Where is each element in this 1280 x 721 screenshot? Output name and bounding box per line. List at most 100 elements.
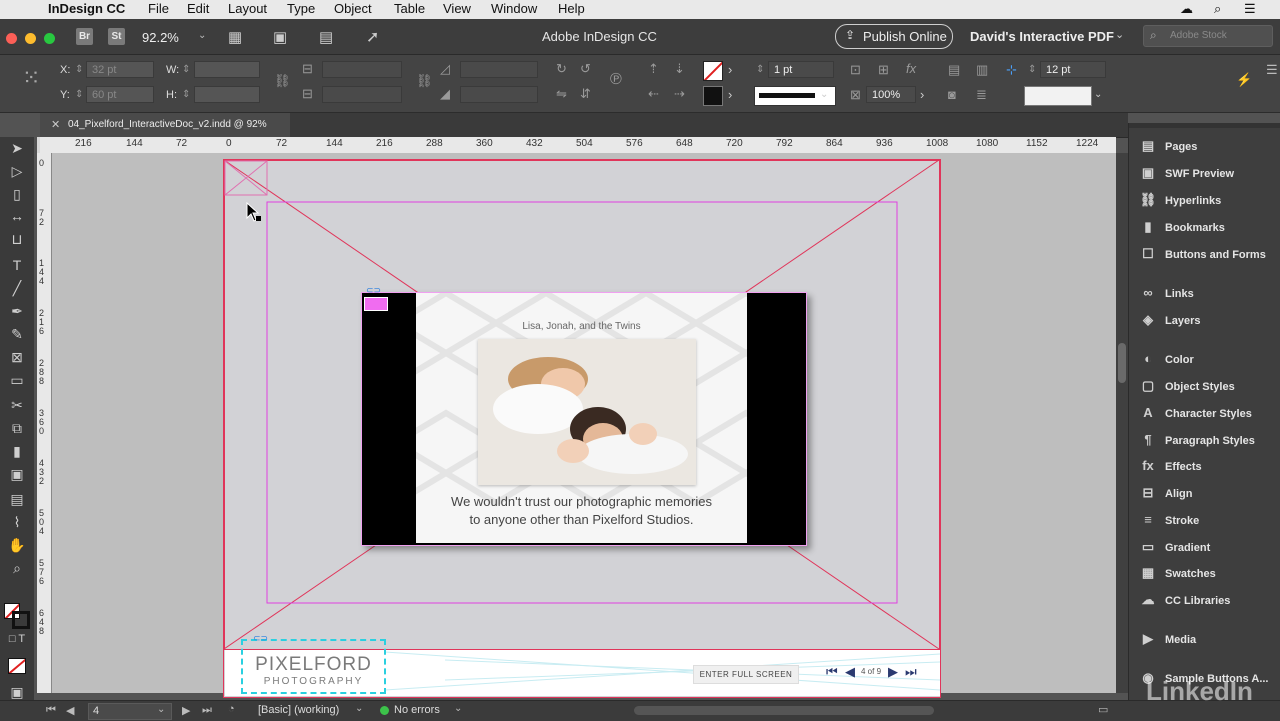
panel-paragraph-styles[interactable]: ¶ Paragraph Styles bbox=[1139, 429, 1255, 451]
workspace-switcher[interactable]: David's Interactive PDF bbox=[970, 29, 1114, 44]
gap-size-field[interactable]: 12 pt bbox=[1040, 61, 1106, 78]
publish-rocket-icon[interactable]: ➚ bbox=[366, 27, 379, 47]
panel-swf-preview[interactable]: ▣ SWF Preview bbox=[1139, 162, 1234, 184]
logo-link-badge-icon[interactable]: ⊂⊃ bbox=[253, 633, 268, 644]
pencil-tool-icon[interactable]: ✎ bbox=[7, 325, 27, 343]
type-tool-icon[interactable]: T bbox=[7, 256, 27, 274]
text-wrap-bounding-icon[interactable]: ▥ bbox=[976, 63, 988, 77]
last-page-icon[interactable]: ⏭ bbox=[202, 704, 212, 717]
previous-slide-icon[interactable]: ◀ bbox=[845, 664, 855, 680]
next-slide-icon[interactable]: ▶ bbox=[888, 664, 898, 680]
panel-swatches[interactable]: ▦ Swatches bbox=[1139, 562, 1216, 584]
apply-none-icon[interactable] bbox=[8, 658, 26, 674]
x-position-field[interactable]: 32 pt bbox=[86, 61, 154, 78]
workspace-dropdown-icon[interactable]: ⌄ bbox=[1115, 28, 1124, 41]
free-transform-tool-icon[interactable]: ⧉ bbox=[7, 419, 27, 437]
rotate-angle-icon[interactable]: ◿ bbox=[440, 62, 450, 76]
text-wrap-none-icon[interactable]: ▤ bbox=[948, 63, 960, 77]
fill-swatch-none[interactable] bbox=[703, 61, 723, 81]
zoom-level[interactable]: 92.2% bbox=[142, 30, 179, 45]
rectangle-frame-tool-icon[interactable]: ⊠ bbox=[7, 348, 27, 366]
enter-full-screen-button[interactable]: ENTER FULL SCREEN bbox=[693, 665, 799, 684]
open-document-icon[interactable]: ◔ bbox=[228, 703, 235, 715]
control-panel-menu-icon[interactable]: ☰ bbox=[1266, 63, 1278, 77]
menu-file[interactable]: File bbox=[148, 1, 169, 16]
panel-buttons-and-forms[interactable]: ☐ Buttons and Forms bbox=[1139, 243, 1266, 265]
x-stepper-icon[interactable]: ⇕ bbox=[75, 63, 83, 77]
horizontal-scrollbar-thumb[interactable] bbox=[634, 706, 934, 715]
direct-selection-tool-icon[interactable]: ▷ bbox=[7, 162, 27, 180]
panel-dock-grip[interactable] bbox=[1129, 123, 1280, 128]
selection-tool-icon[interactable]: ➤ bbox=[7, 139, 27, 157]
stroke-color-box[interactable] bbox=[12, 611, 30, 629]
fit-content-icon[interactable]: ⊞ bbox=[878, 63, 889, 77]
last-slide-icon[interactable]: ⏭ bbox=[905, 664, 917, 680]
profile-dropdown-icon[interactable]: ⌄ bbox=[355, 703, 363, 714]
width-field[interactable] bbox=[194, 61, 260, 78]
pen-tool-icon[interactable]: ✒ bbox=[7, 302, 27, 320]
publish-online-button[interactable]: ⇪ Publish Online bbox=[835, 24, 953, 49]
text-wrap-shape-icon[interactable]: ◙ bbox=[948, 88, 956, 102]
flip-vertical-icon[interactable]: ⇵ bbox=[580, 87, 591, 101]
rotate-ccw-icon[interactable]: ↺ bbox=[580, 62, 591, 76]
panel-gradient[interactable]: ▭ Gradient bbox=[1139, 536, 1210, 558]
stroke-weight-stepper-icon[interactable]: ⇕ bbox=[756, 63, 764, 77]
spotlight-search-icon[interactable]: ⌕ bbox=[1214, 1, 1221, 17]
window-zoom-button[interactable] bbox=[44, 33, 55, 44]
shear-angle-icon[interactable]: ◢ bbox=[440, 87, 450, 101]
menu-layout[interactable]: Layout bbox=[228, 1, 267, 16]
menu-edit[interactable]: Edit bbox=[187, 1, 209, 16]
vertical-scrollbar[interactable] bbox=[1116, 153, 1128, 693]
arrange-documents-icon[interactable]: ▤ bbox=[319, 28, 333, 46]
object-state-indicator[interactable] bbox=[364, 297, 388, 311]
vertical-ruler[interactable]: 0 7 2 1 4 4 2 1 6 2 8 8 3 6 0 4 3 2 5 0 … bbox=[37, 153, 52, 693]
rotate-cw-icon[interactable]: ↻ bbox=[556, 62, 567, 76]
zoom-dropdown-icon[interactable]: ⌄ bbox=[198, 30, 206, 41]
fill-menu-arrow-icon[interactable]: › bbox=[728, 63, 732, 77]
scale-y-field[interactable] bbox=[322, 86, 402, 103]
page-number-field[interactable]: 4 ⌄ bbox=[88, 703, 172, 720]
menu-object[interactable]: Object bbox=[334, 1, 372, 16]
flip-horizontal-icon[interactable]: ⇋ bbox=[556, 87, 567, 101]
rotation-field[interactable] bbox=[460, 61, 538, 78]
menu-type[interactable]: Type bbox=[287, 1, 315, 16]
frame-fitting-icon[interactable]: ⊡ bbox=[850, 63, 861, 77]
panel-pages[interactable]: ▤ Pages bbox=[1139, 135, 1198, 157]
previous-page-icon[interactable]: ◀ bbox=[66, 704, 74, 717]
panel-character-styles[interactable]: A Character Styles bbox=[1139, 402, 1252, 424]
scrollbar-thumb[interactable] bbox=[1118, 343, 1126, 383]
select-next-icon[interactable]: ⇢ bbox=[674, 87, 685, 101]
panel-bookmarks[interactable]: ▮ Bookmarks bbox=[1139, 216, 1225, 238]
stock-button[interactable]: St bbox=[108, 28, 125, 45]
line-tool-icon[interactable]: ╱ bbox=[7, 279, 27, 297]
hand-tool-icon[interactable]: ✋ bbox=[7, 536, 27, 554]
object-style-dropdown-icon[interactable]: ⌄ bbox=[1094, 88, 1102, 102]
object-style-dropdown[interactable] bbox=[1024, 86, 1092, 106]
menu-window[interactable]: Window bbox=[491, 1, 537, 16]
close-tab-icon[interactable]: ✕ bbox=[51, 118, 60, 131]
horizontal-ruler[interactable]: 216 144 72 0 72 144 216 288 360 432 504 … bbox=[40, 137, 1116, 154]
next-page-icon[interactable]: ▶ bbox=[182, 704, 190, 717]
document-tab[interactable]: ✕ 04_Pixelford_InteractiveDoc_v2.indd @ … bbox=[40, 113, 290, 137]
h-stepper-icon[interactable]: ⇕ bbox=[182, 88, 190, 102]
auto-fit-icon[interactable]: ⊹ bbox=[1006, 63, 1017, 77]
rectangle-tool-icon[interactable]: ▭ bbox=[7, 371, 27, 389]
bridge-button[interactable]: Br bbox=[76, 28, 93, 45]
panel-color[interactable]: ◐ Color bbox=[1139, 348, 1194, 370]
first-slide-icon[interactable]: ⏮ bbox=[826, 664, 838, 680]
select-content-icon[interactable]: ⇣ bbox=[674, 62, 685, 76]
menu-help[interactable]: Help bbox=[558, 1, 585, 16]
gradient-feather-tool-icon[interactable]: ▣ bbox=[7, 465, 27, 483]
window-minimize-button[interactable] bbox=[25, 33, 36, 44]
shear-field[interactable] bbox=[460, 86, 538, 103]
constrain-scale-icon[interactable]: ⛓ bbox=[416, 74, 433, 88]
opacity-menu-arrow-icon[interactable]: › bbox=[920, 88, 924, 102]
panel-cc-libraries[interactable]: ☁ CC Libraries bbox=[1139, 589, 1231, 611]
select-previous-icon[interactable]: ⇠ bbox=[648, 87, 659, 101]
logo-frame[interactable]: PIXELFORD PHOTOGRAPHY bbox=[241, 639, 386, 694]
w-stepper-icon[interactable]: ⇕ bbox=[182, 63, 190, 77]
panel-object-styles[interactable]: ▢ Object Styles bbox=[1139, 375, 1235, 397]
view-options-icon[interactable]: ▦ bbox=[228, 28, 242, 46]
scale-x-field[interactable] bbox=[322, 61, 402, 78]
opacity-field[interactable]: 100% bbox=[866, 86, 916, 103]
